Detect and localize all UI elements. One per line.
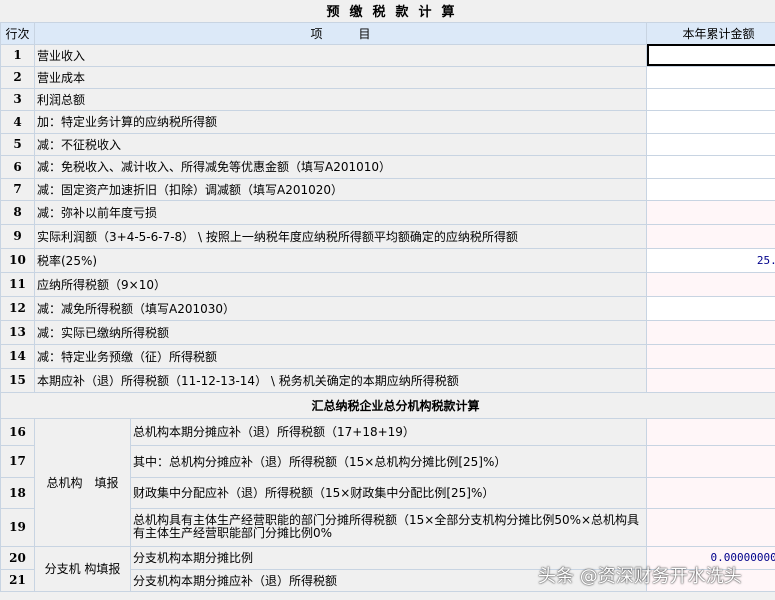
row-item-label: 总机构本期分摊应补（退）所得税额（17+18+19） xyxy=(130,417,647,446)
page-title: 预缴税款计算 xyxy=(0,0,775,22)
row-item-label: 减：免税收入、减计收入、所得减免等优惠金额（填写A201010） xyxy=(34,154,647,179)
amount-input[interactable]: 0 xyxy=(645,367,775,393)
row-item-label: 其中：总机构分摊应补（退）所得税额（15×总机构分摊比例[25]%） xyxy=(130,444,647,478)
row-item-label: 减：特定业务预缴（征）所得税额 xyxy=(34,343,647,369)
amount-input[interactable]: 0 xyxy=(645,295,775,321)
amount-input[interactable]: 0 xyxy=(645,132,775,156)
amount-input[interactable]: 0 xyxy=(645,476,775,509)
amount-input[interactable]: 0 xyxy=(645,87,775,111)
row-number: 5 xyxy=(0,132,35,156)
tax-prepayment-table: 预缴税款计算 行次 项 目 本年累计金额 1营业收入02营业成本03利润总额04… xyxy=(0,0,775,592)
amount-input[interactable]: 0 xyxy=(645,444,775,478)
row-item-label: 总机构具有主体生产经营职能的部门分摊所得税额（15×全部分支机构分摊比例50%×… xyxy=(130,507,647,547)
row-item-label: 应纳所得税额（9×10） xyxy=(34,271,647,297)
group-label: 分支机 构填报 xyxy=(34,545,131,592)
group-label: 总机构 填报 xyxy=(34,417,131,547)
table-row: 9 实际利润额（3+4-5-6-7-8） \ 按照上一纳税年度应纳税所得额平均额确… xyxy=(0,223,775,249)
row-item-label: 税率(25%) xyxy=(34,247,647,273)
amount-input[interactable]: 0 xyxy=(645,417,775,446)
row-item-label: 分支机构本期分摊比例 xyxy=(130,545,647,570)
amount-input[interactable]: 0 xyxy=(645,199,775,225)
row-item-label: 减：实际已缴纳所得税额 xyxy=(34,319,647,345)
row-item-label: 财政集中分配应补（退）所得税额（15×财政集中分配比例[25]%） xyxy=(130,476,647,509)
row-item-label: 分支机构本期分摊应补（退）所得税额 xyxy=(130,568,647,592)
amount-input[interactable]: 0.0000000000 xyxy=(645,545,775,570)
table-row: 12减：减免所得税额（填写A201030）0 xyxy=(0,295,775,321)
amount-input[interactable]: 0 xyxy=(645,319,775,345)
table-row: 8减：弥补以前年度亏损0 xyxy=(0,199,775,225)
amount-input[interactable]: 0 xyxy=(645,507,775,547)
row-item-label: 减：弥补以前年度亏损 xyxy=(34,199,647,225)
table-row: 20分支机 构填报分支机构本期分摊比例0.0000000000 xyxy=(0,545,775,592)
amount-input[interactable]: 0 xyxy=(645,568,775,592)
table-row: 13减：实际已缴纳所得税额0 xyxy=(0,319,775,345)
row-number: 17 xyxy=(0,444,35,478)
row-number: 6 xyxy=(0,154,35,179)
row-item-label: 实际利润额（3+4-5-6-7-8） \ 按照上一纳税年度应纳税所得额平均额确定… xyxy=(34,223,647,249)
amount-input[interactable]: 0 xyxy=(645,43,775,67)
table-row: 10税率(25%)25.00 xyxy=(0,247,775,273)
row-number: 9 xyxy=(0,223,35,249)
row-number: 11 xyxy=(0,271,35,297)
table-row: 7减：固定资产加速折旧（扣除）调减额（填写A201020）0 xyxy=(0,177,775,201)
row-item-label: 营业成本 xyxy=(34,65,647,89)
row-item-label: 利润总额 xyxy=(34,87,647,111)
row-number: 20 xyxy=(0,545,35,570)
row-number: 2 xyxy=(0,65,35,89)
table-row: 6减：免税收入、减计收入、所得减免等优惠金额（填写A201010）0 xyxy=(0,154,775,179)
row-number: 10 xyxy=(0,247,35,273)
row-number: 4 xyxy=(0,109,35,134)
row-number: 14 xyxy=(0,343,35,369)
row-item-label: 减：不征税收入 xyxy=(34,132,647,156)
row-item-label: 减：减免所得税额（填写A201030） xyxy=(34,295,647,321)
table-row: 3利润总额0 xyxy=(0,87,775,111)
table-row: 11应纳所得税额（9×10）0 xyxy=(0,271,775,297)
amount-input[interactable]: 0 xyxy=(645,271,775,297)
row-number: 16 xyxy=(0,417,35,446)
table-row: 2营业成本0 xyxy=(0,65,775,89)
amount-input[interactable]: 0 xyxy=(645,154,775,179)
header-row-number: 行次 xyxy=(0,21,35,45)
amount-input[interactable]: 25.00 xyxy=(645,247,775,273)
row-item-label: 本期应补（退）所得税额（11-12-13-14） \ 税务机关确定的本期应纳所得… xyxy=(34,367,647,393)
row-number: 1 xyxy=(0,43,35,67)
row-number: 8 xyxy=(0,199,35,225)
amount-input[interactable]: 0 xyxy=(645,177,775,201)
row-item-label: 营业收入 xyxy=(34,43,647,67)
amount-input[interactable]: 0 xyxy=(645,223,775,249)
row-item-label: 加：特定业务计算的应纳税所得额 xyxy=(34,109,647,134)
row-number: 18 xyxy=(0,476,35,509)
table-row: 16总机构 填报总机构本期分摊应补（退）所得税额（17+18+19）0 xyxy=(0,417,775,547)
table-row: 15 本期应补（退）所得税额（11-12-13-14） \ 税务机关确定的本期应纳… xyxy=(0,367,775,393)
header-item: 项 目 xyxy=(34,21,647,45)
row-number: 7 xyxy=(0,177,35,201)
header-amount: 本年累计金额 xyxy=(645,21,775,45)
amount-input[interactable]: 0 xyxy=(645,109,775,134)
amount-input[interactable]: 0 xyxy=(645,65,775,89)
section-header: 汇总纳税企业总分机构税款计算 xyxy=(0,391,775,419)
table-row: 4加：特定业务计算的应纳税所得额0 xyxy=(0,109,775,134)
row-number: 19 xyxy=(0,507,35,547)
section-title: 汇总纳税企业总分机构税款计算 xyxy=(0,391,775,419)
row-item-label: 减：固定资产加速折旧（扣除）调减额（填写A201020） xyxy=(34,177,647,201)
row-number: 3 xyxy=(0,87,35,111)
amount-input[interactable]: 0 xyxy=(645,343,775,369)
row-number: 13 xyxy=(0,319,35,345)
row-number: 21 xyxy=(0,568,35,592)
table-row: 14减：特定业务预缴（征）所得税额0 xyxy=(0,343,775,369)
table-row: 1营业收入0 xyxy=(0,43,775,67)
row-number: 12 xyxy=(0,295,35,321)
table-row: 5减：不征税收入0 xyxy=(0,132,775,156)
row-number: 15 xyxy=(0,367,35,393)
